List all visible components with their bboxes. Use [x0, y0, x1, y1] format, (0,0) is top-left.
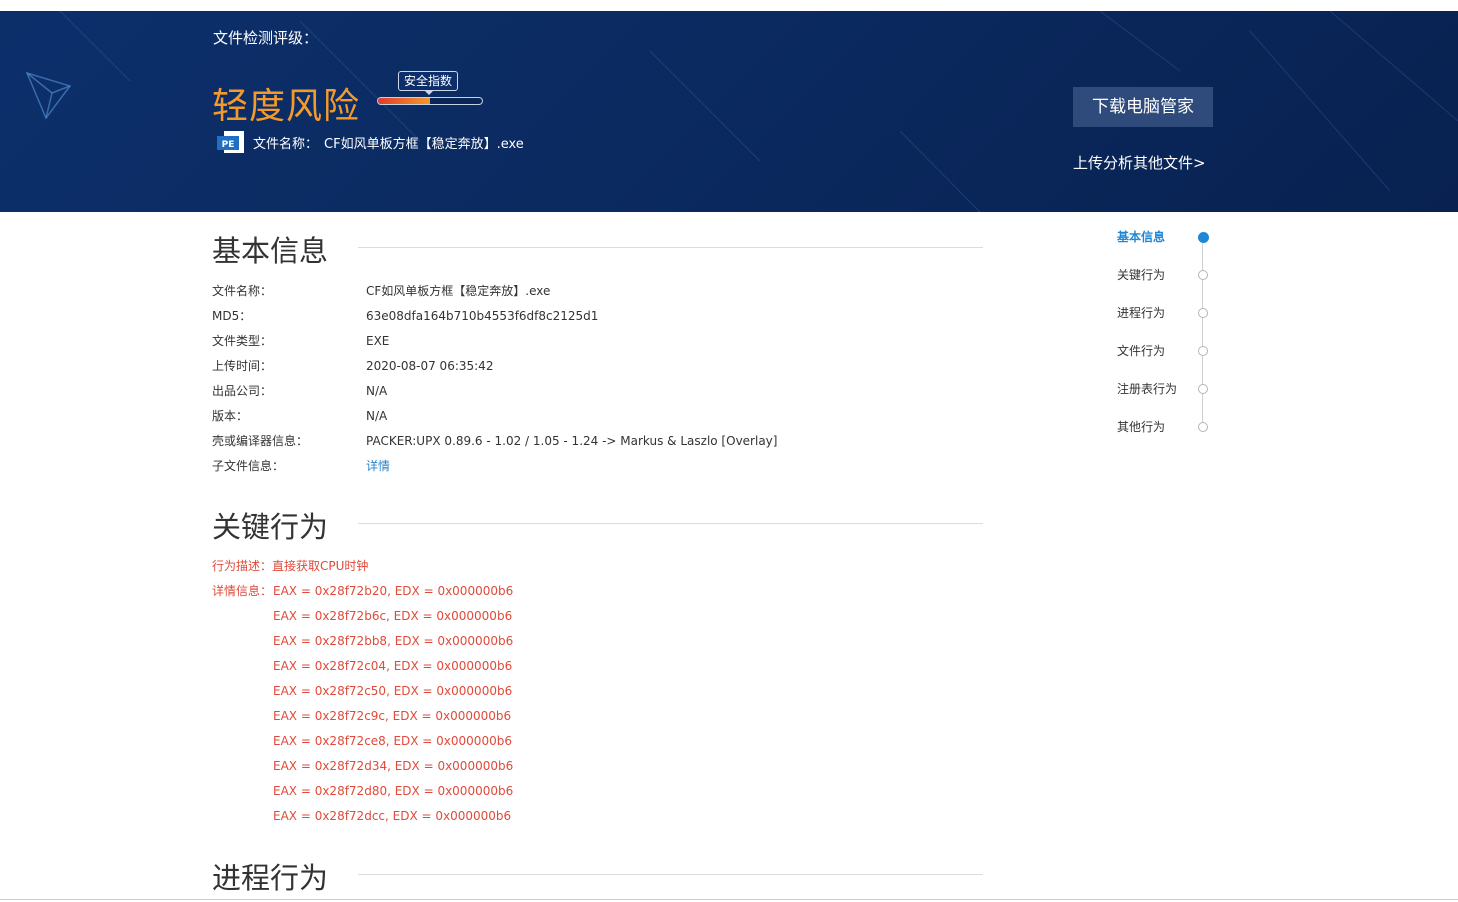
behavior-desc-value: 直接获取CPU时钟: [272, 559, 369, 573]
file-name-value: CF如风单板方框【稳定奔放】.exe: [324, 137, 524, 152]
detail-line: EAX = 0x28f72dcc, EDX = 0x000000b6: [273, 809, 512, 823]
banner-file-name: 文件名称： CF如风单板方框【稳定奔放】.exe: [253, 133, 524, 152]
nav-timeline-line: [1202, 238, 1203, 428]
svg-text:PE: PE: [222, 140, 235, 150]
section-side-nav: 基本信息 关键行为 进程行为 文件行为 注册表行为 其他行为: [1110, 226, 1220, 446]
risk-level-text: 轻度风险: [212, 86, 361, 127]
nav-dot[interactable]: [1198, 308, 1208, 318]
info-value: 63e08dfa164b710b4553f6df8c2125d1: [366, 309, 599, 323]
info-value: EXE: [366, 334, 390, 348]
nav-item-other-behavior[interactable]: 其他行为: [1117, 418, 1165, 435]
safety-index-tooltip: 安全指数: [398, 71, 459, 95]
info-value: N/A: [366, 409, 388, 423]
bottom-border: [0, 899, 1458, 900]
download-manager-button[interactable]: 下载电脑管家: [1073, 87, 1213, 127]
info-value: 2020-08-07 06:35:42: [366, 359, 494, 373]
section-title-process-behavior: 进程行为: [212, 861, 329, 895]
info-key: 版本：: [212, 409, 249, 423]
info-key: 文件类型：: [212, 334, 273, 348]
file-name-label: 文件名称：: [253, 137, 319, 152]
section-title-basic-info: 基本信息: [212, 234, 329, 268]
nav-item-registry-behavior[interactable]: 注册表行为: [1117, 380, 1177, 397]
detail-line: EAX = 0x28f72b6c, EDX = 0x000000b6: [273, 609, 513, 623]
info-key: 子文件信息：: [212, 459, 285, 473]
nav-dot[interactable]: [1198, 422, 1208, 432]
detail-line: EAX = 0x28f72ce8, EDX = 0x000000b6: [273, 734, 512, 748]
detail-line: EAX = 0x28f72d34, EDX = 0x000000b6: [273, 759, 514, 773]
detail-line: EAX = 0x28f72c9c, EDX = 0x000000b6: [273, 709, 512, 723]
detail-line: EAX = 0x28f72d80, EDX = 0x000000b6: [273, 784, 514, 798]
detail-line: EAX = 0x28f72c50, EDX = 0x000000b6: [273, 684, 513, 698]
info-key: 上传时间：: [212, 359, 273, 373]
nav-item-file-behavior[interactable]: 文件行为: [1117, 342, 1165, 359]
nav-dot[interactable]: [1198, 384, 1208, 394]
info-value: PACKER:UPX 0.89.6 - 1.02 / 1.05 - 1.24 -…: [366, 434, 778, 448]
nav-dot-active[interactable]: [1198, 232, 1209, 243]
safety-index-bar: [377, 97, 483, 105]
section-divider: [358, 523, 983, 524]
nav-dot[interactable]: [1198, 346, 1208, 356]
triangle-logo-icon: [25, 71, 72, 120]
safety-index-fill: [378, 98, 430, 104]
pe-file-icon: PE: [217, 131, 244, 153]
info-key: 壳或编译器信息：: [212, 434, 309, 448]
section-divider: [358, 874, 983, 875]
detail-line: EAX = 0x28f72bb8, EDX = 0x000000b6: [273, 634, 514, 648]
detail-info-label: 详情信息：: [212, 584, 273, 598]
behavior-desc-label: 行为描述：: [212, 559, 273, 573]
section-title-key-behavior: 关键行为: [212, 510, 329, 544]
nav-dot[interactable]: [1198, 270, 1208, 280]
info-key: 文件名称：: [212, 284, 273, 298]
detail-line: EAX = 0x28f72c04, EDX = 0x000000b6: [273, 659, 513, 673]
info-value: CF如风单板方框【稳定奔放】.exe: [366, 284, 551, 298]
nav-item-process-behavior[interactable]: 进程行为: [1117, 304, 1165, 321]
info-key: 出品公司：: [212, 384, 273, 398]
upload-other-file-link[interactable]: 上传分析其他文件>: [1073, 152, 1206, 173]
subfile-details-link[interactable]: 详情: [366, 457, 390, 475]
result-banner: 文件检测评级： 轻度风险 安全指数 PE 文件名称： CF如风单板方框【稳定奔放】…: [0, 11, 1458, 212]
info-value: N/A: [366, 384, 388, 398]
top-strip: [0, 0, 1458, 11]
section-divider: [358, 247, 983, 248]
nav-item-basic-info[interactable]: 基本信息: [1117, 228, 1165, 245]
info-key: MD5：: [212, 309, 252, 323]
detail-line: EAX = 0x28f72b20, EDX = 0x000000b6: [273, 584, 514, 598]
rating-label: 文件检测评级：: [213, 29, 319, 47]
nav-item-key-behavior[interactable]: 关键行为: [1117, 266, 1165, 283]
behavior-description: 行为描述：直接获取CPU时钟: [212, 557, 368, 575]
